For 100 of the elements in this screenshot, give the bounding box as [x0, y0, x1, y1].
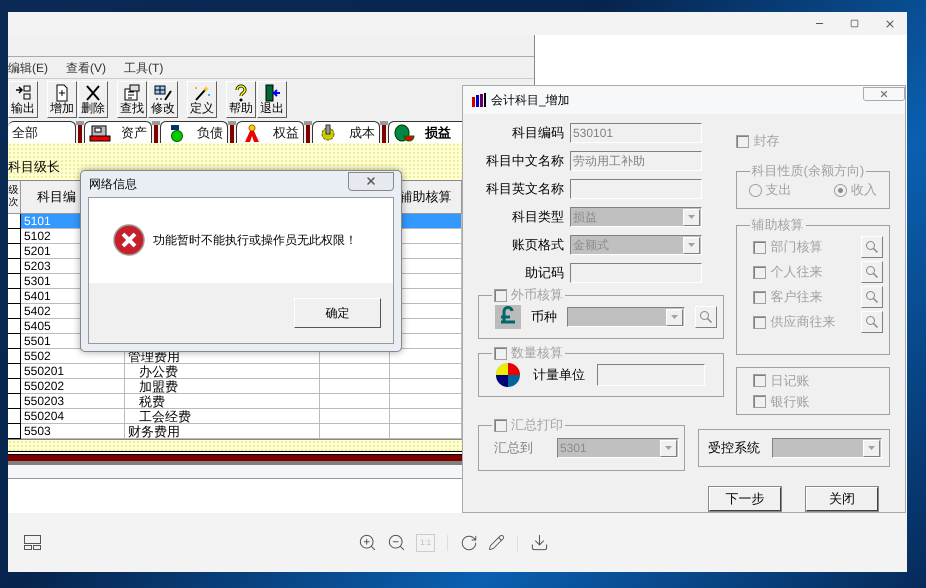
dropdown-button[interactable]: [683, 208, 700, 226]
search-button[interactable]: [861, 311, 883, 333]
row-selector[interactable]: [8, 229, 21, 244]
search-icon: [865, 265, 879, 279]
row-selector[interactable]: [8, 349, 21, 364]
tab[interactable]: 成本: [312, 121, 380, 143]
zoom-out-icon[interactable]: [387, 533, 406, 552]
input-field[interactable]: [597, 364, 705, 386]
table-cell: 550201: [21, 364, 125, 379]
table-cell: 550202: [21, 379, 125, 394]
dialog-button[interactable]: 关闭: [806, 487, 878, 511]
row-selector[interactable]: [8, 259, 21, 274]
maximize-icon: [850, 19, 859, 28]
select-field[interactable]: [772, 438, 882, 458]
tab[interactable]: 负债: [160, 121, 228, 143]
checkbox[interactable]: [752, 266, 766, 278]
level-label: 科目级长: [8, 158, 60, 176]
close-icon: [884, 18, 896, 30]
menu-item[interactable]: 编辑(E): [8, 58, 48, 76]
toolbar-button[interactable]: 查找: [117, 81, 147, 118]
group-title: 外币核算: [511, 287, 563, 303]
pound-sign-icon: [495, 305, 521, 329]
radio-button[interactable]: [748, 184, 762, 196]
checkbox[interactable]: [752, 290, 766, 304]
group-title: 辅助核算: [752, 217, 804, 233]
row-selector[interactable]: [8, 424, 21, 439]
dropdown-button[interactable]: [863, 440, 880, 456]
checkbox[interactable]: [494, 346, 507, 360]
input-field[interactable]: [570, 263, 702, 283]
row-selector[interactable]: [8, 214, 21, 229]
tab[interactable]: 资产: [84, 121, 152, 143]
row-selector[interactable]: [8, 364, 21, 379]
checkbox[interactable]: [752, 240, 766, 254]
checkbox[interactable]: [752, 395, 766, 408]
checkbox-label: 银行账: [770, 394, 810, 410]
table-cell: [320, 364, 390, 379]
ok-button[interactable]: 确定: [294, 298, 381, 328]
row-selector[interactable]: [8, 334, 21, 349]
field-label: 科目英文名称: [485, 181, 564, 197]
layout-icon[interactable]: [24, 535, 41, 550]
toolbar-button[interactable]: 定义: [187, 81, 217, 118]
toolbar-button[interactable]: 增加: [47, 81, 77, 118]
field-label: 科目类型: [511, 209, 564, 225]
checkbox[interactable]: [494, 288, 507, 302]
search-button[interactable]: [861, 236, 883, 258]
caret-icon: [688, 243, 695, 247]
field-label: 账页格式: [511, 237, 564, 253]
toolbar-button[interactable]: 修改: [148, 81, 178, 118]
close-icon: [879, 89, 889, 99]
table-cell: 加盟费: [125, 379, 320, 394]
radio-button[interactable]: [834, 184, 847, 196]
row-selector[interactable]: [8, 274, 21, 289]
grid-pencil-icon: [153, 84, 173, 102]
menu-item[interactable]: 查看(V): [66, 58, 106, 76]
toolbar-button[interactable]: 帮助: [226, 81, 256, 118]
row-selector[interactable]: [8, 304, 21, 319]
checkbox[interactable]: [494, 418, 507, 432]
input-field[interactable]: [570, 179, 702, 199]
row-selector[interactable]: [8, 244, 21, 259]
field-label: 科目中文名称: [485, 153, 564, 169]
row-selector[interactable]: [8, 289, 21, 304]
checkbox[interactable]: [752, 316, 766, 328]
row-selector[interactable]: [8, 319, 21, 334]
checkbox-label: 供应商往来: [770, 314, 836, 330]
search-button[interactable]: [861, 261, 883, 283]
dialog-button[interactable]: 下一步: [709, 487, 781, 511]
dropdown-button[interactable]: [683, 236, 700, 254]
search-icon: [699, 310, 713, 324]
menu-item[interactable]: 工具(T): [124, 58, 164, 76]
search-button[interactable]: [695, 306, 717, 328]
group-title: 数量核算: [511, 345, 563, 361]
search-button[interactable]: [861, 286, 883, 308]
checkbox[interactable]: [752, 374, 766, 387]
field-label: 汇总到: [494, 440, 533, 456]
field-label: 科目编码: [511, 125, 564, 141]
rotate-icon[interactable]: [460, 534, 478, 552]
tab-separator: [76, 121, 84, 143]
dialog-title: 会计科目_增加: [491, 92, 570, 109]
checkbox-label: 部门核算: [770, 239, 823, 255]
dropdown-button[interactable]: [660, 440, 677, 456]
pencil-icon[interactable]: [488, 534, 506, 551]
zoom-in-icon[interactable]: [358, 533, 377, 552]
close-button[interactable]: [863, 87, 905, 101]
tab[interactable]: 全部: [8, 121, 76, 143]
dropdown-button[interactable]: [666, 308, 683, 326]
document-stack-icon: [122, 84, 142, 102]
table-cell: 550203: [21, 394, 125, 409]
select-field[interactable]: [567, 307, 685, 327]
tab[interactable]: 权益: [236, 121, 304, 143]
search-icon: [865, 315, 879, 329]
checkbox[interactable]: [736, 134, 749, 148]
toolbar-button[interactable]: 删除: [78, 81, 108, 118]
close-button[interactable]: [348, 172, 394, 190]
download-icon[interactable]: [530, 533, 550, 552]
row-selector[interactable]: [8, 379, 21, 394]
row-selector[interactable]: [8, 409, 21, 424]
tab-separator: [304, 121, 312, 143]
toolbar-button[interactable]: 退出: [257, 81, 287, 118]
toolbar-button[interactable]: 输出: [8, 81, 38, 118]
row-selector[interactable]: [8, 394, 21, 409]
